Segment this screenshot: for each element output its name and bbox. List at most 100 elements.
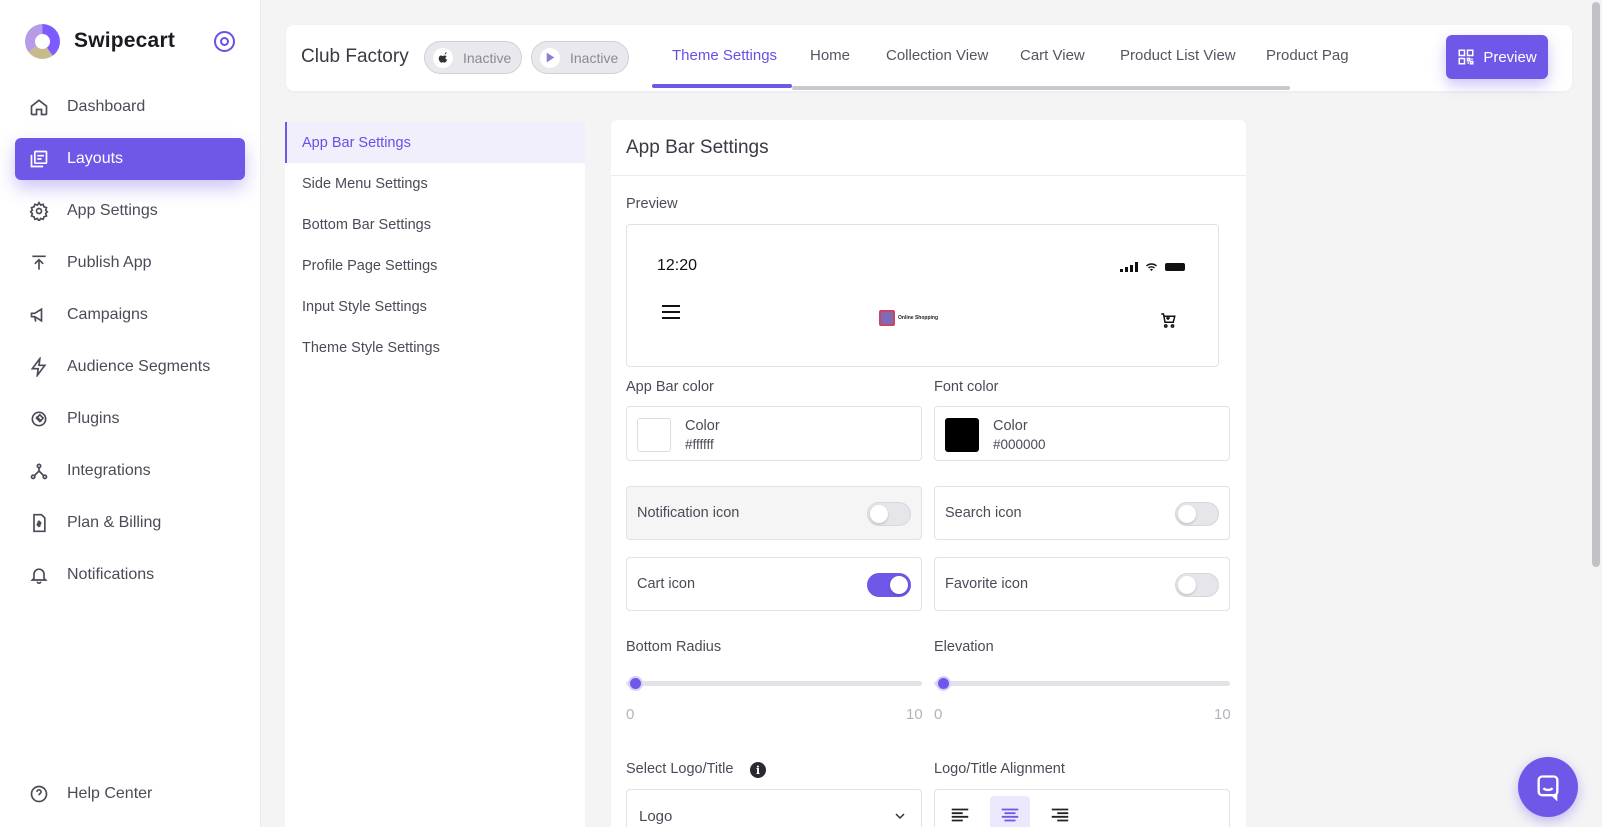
sidebar-item-app-settings[interactable]: App Settings (15, 190, 245, 232)
color-value: #000000 (993, 437, 1046, 452)
sidebar-item-plan-billing[interactable]: Plan & Billing (15, 502, 245, 544)
tab-theme-settings[interactable]: Theme Settings (672, 47, 777, 64)
align-center-button[interactable] (990, 796, 1030, 827)
toggle-label: Cart icon (637, 576, 696, 592)
bottom-radius-slider[interactable] (626, 676, 922, 691)
sidebar-item-dashboard[interactable]: Dashboard (15, 86, 245, 128)
storefront-icon (879, 310, 895, 326)
settings-item-input-style[interactable]: Input Style Settings (285, 286, 585, 327)
align-right-icon (1051, 808, 1069, 822)
elevation-thumb[interactable] (935, 676, 951, 691)
sidebar-item-audience-segments[interactable]: Audience Segments (15, 346, 245, 388)
store-name: Club Factory (301, 46, 409, 67)
tab-collection-view[interactable]: Collection View (886, 47, 988, 64)
page-scrollbar[interactable] (1590, 0, 1602, 827)
tab-cart-view[interactable]: Cart View (1020, 47, 1085, 64)
align-right-button[interactable] (1040, 796, 1080, 827)
sidebar-item-integrations[interactable]: Integrations (15, 450, 245, 492)
phone-time: 12:20 (657, 257, 698, 274)
sidebar-item-label: App Settings (67, 202, 158, 219)
notification-icon-toggle[interactable] (867, 502, 911, 526)
font-color-swatch[interactable] (945, 418, 979, 452)
sidebar-item-label: Plugins (67, 410, 120, 427)
settings-item-profile-page[interactable]: Profile Page Settings (285, 245, 585, 286)
tab-product-list-view[interactable]: Product List View (1120, 47, 1236, 64)
sidebar-nav: Dashboard Layouts App Settings Publish A… (15, 86, 245, 606)
search-icon-setting: Search icon (934, 486, 1230, 540)
ios-status-pill[interactable]: Inactive (424, 41, 523, 74)
active-tab-indicator (652, 84, 792, 88)
settings-item-theme-style[interactable]: Theme Style Settings (285, 327, 585, 368)
alignment-selector (934, 789, 1230, 827)
sidebar-item-label: Campaigns (67, 306, 148, 323)
bottom-radius-label: Bottom Radius (626, 639, 722, 655)
settings-item-side-menu[interactable]: Side Menu Settings (285, 163, 585, 204)
sidebar-item-layouts[interactable]: Layouts (15, 138, 245, 180)
signal-icon (1120, 262, 1138, 272)
favorite-icon-toggle[interactable] (1175, 573, 1219, 597)
integrations-icon (29, 461, 49, 481)
sidebar-item-label: Help Center (67, 785, 153, 802)
brand-name: Swipecart (74, 29, 176, 52)
app-bar-color-picker[interactable]: Color #ffffff (626, 406, 922, 461)
settings-item-bottom-bar[interactable]: Bottom Bar Settings (285, 204, 585, 245)
android-status-pill[interactable]: Inactive (531, 41, 630, 74)
settings-item-app-bar[interactable]: App Bar Settings (285, 122, 585, 163)
qr-code-icon (1458, 49, 1474, 65)
sidebar-item-plugins[interactable]: Plugins (15, 398, 245, 440)
chat-support-button[interactable] (1518, 757, 1578, 817)
sidebar: Swipecart Dashboard Layouts App Settings… (0, 0, 261, 827)
tab-home[interactable]: Home (810, 47, 850, 64)
battery-icon (1165, 263, 1185, 271)
panel-title: App Bar Settings (611, 120, 1246, 176)
brand[interactable]: Swipecart (25, 23, 175, 59)
info-icon[interactable]: i (750, 762, 766, 778)
play-store-icon (540, 47, 560, 68)
billing-icon (29, 513, 49, 533)
elevation-min: 0 (934, 706, 943, 723)
toggle-label: Notification icon (637, 505, 740, 521)
align-center-icon (1001, 808, 1019, 822)
page-scrollbar-thumb[interactable] (1592, 2, 1600, 567)
color-value: #ffffff (685, 437, 714, 452)
logo-title-alignment-label: Logo/Title Alignment (934, 761, 1065, 777)
layouts-icon (29, 149, 49, 169)
sidebar-item-campaigns[interactable]: Campaigns (15, 294, 245, 336)
bottom-radius-min: 0 (626, 706, 635, 723)
toggle-label: Search icon (945, 505, 1022, 521)
menu-icon (662, 305, 680, 323)
elevation-slider[interactable] (934, 676, 1230, 691)
shop-logo: Online Shopping (879, 310, 938, 326)
sidebar-item-publish-app[interactable]: Publish App (15, 242, 245, 284)
lightning-icon (29, 357, 49, 377)
tab-product-page[interactable]: Product Pag (1266, 47, 1349, 64)
sidebar-item-label: Dashboard (67, 98, 146, 115)
upload-icon (29, 253, 49, 273)
favorite-icon-setting: Favorite icon (934, 557, 1230, 611)
cart-icon-toggle[interactable] (867, 573, 911, 597)
sidebar-item-label: Notifications (67, 566, 155, 583)
help-icon (29, 784, 49, 804)
top-bar: Club Factory Inactive Inactive Theme Set… (286, 25, 1572, 91)
apple-icon (433, 47, 453, 68)
sidebar-item-help-center[interactable]: Help Center (15, 773, 245, 815)
chat-icon (1537, 775, 1559, 801)
align-left-button[interactable] (940, 796, 980, 827)
logo-title-select[interactable]: Logo (626, 789, 922, 827)
color-label: Color (685, 418, 720, 434)
wifi-icon (1146, 263, 1157, 271)
sidebar-toggle-icon[interactable] (214, 31, 235, 52)
preview-label: Preview (626, 196, 678, 212)
search-icon-toggle[interactable] (1175, 502, 1219, 526)
elevation-max: 10 (1214, 706, 1231, 723)
cart-icon-setting: Cart icon (626, 557, 922, 611)
sidebar-item-notifications[interactable]: Notifications (15, 554, 245, 596)
home-icon (29, 97, 49, 117)
preview-button[interactable]: Preview (1446, 35, 1548, 79)
font-color-picker[interactable]: Color #000000 (934, 406, 1230, 461)
app-bar-color-swatch[interactable] (637, 418, 671, 452)
tabs-scrollbar[interactable] (792, 86, 1290, 90)
sidebar-item-label: Layouts (67, 150, 124, 167)
bottom-radius-thumb[interactable] (627, 676, 643, 691)
ios-status-label: Inactive (463, 49, 512, 66)
